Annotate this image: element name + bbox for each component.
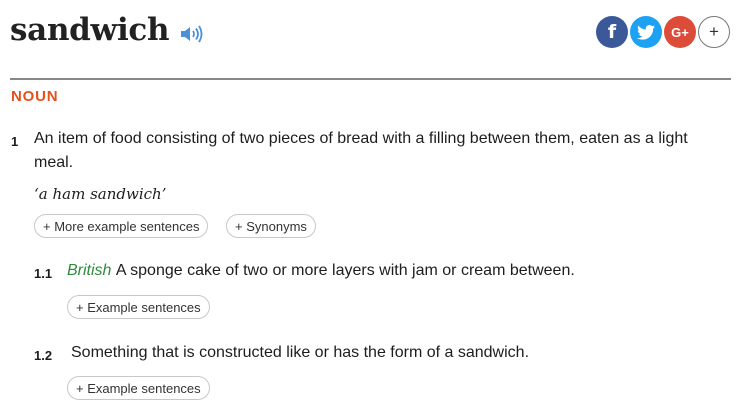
register-label: British [67,262,116,279]
example-sentence: ‘a ham sandwich’ [34,185,167,203]
definition-line: meal. [34,154,74,171]
sense-definition: An item of food consisting of two pieces… [34,127,734,175]
headword: sandwich [10,12,170,48]
header-divider [10,78,731,80]
facebook-icon[interactable]: f [596,16,628,48]
example-sentences-button[interactable]: + Example sentences [67,295,210,319]
more-share-icon[interactable]: + [698,16,730,48]
sense-number: 1.1 [34,266,53,281]
sense-definition: British A sponge cake of two or more lay… [67,259,727,283]
google-plus-icon[interactable]: G+ [664,16,696,48]
definition-line: An item of food consisting of two pieces… [34,130,688,147]
sense-number: 1 [11,134,19,149]
sense-definition: Something that is constructed like or ha… [71,344,530,361]
twitter-icon[interactable] [630,16,662,48]
sense-number: 1.2 [34,348,53,363]
entry-header: sandwich f G+ + [10,8,730,58]
synonyms-button[interactable]: + Synonyms [226,214,316,238]
definition-text: A sponge cake of two or more layers with… [115,262,575,279]
speaker-icon[interactable] [180,24,204,44]
social-share-bar: f G+ + [596,16,730,48]
example-sentences-button[interactable]: + Example sentences [67,376,210,400]
part-of-speech: NOUN [11,88,59,105]
more-example-sentences-button[interactable]: + More example sentences [34,214,209,238]
